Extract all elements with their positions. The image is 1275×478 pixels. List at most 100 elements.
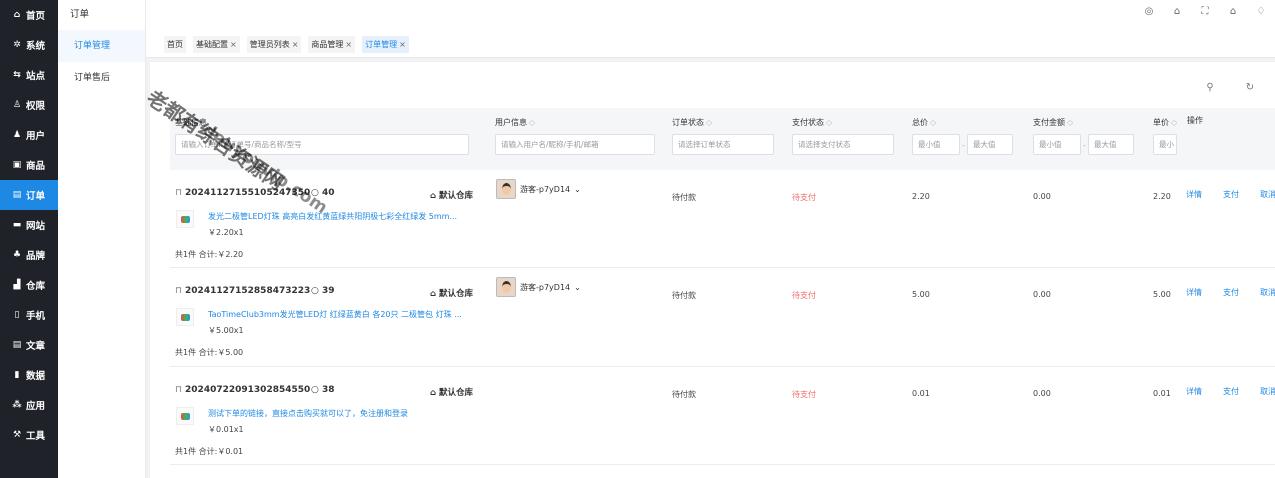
bookmark-icon: ⊓ — [175, 188, 183, 198]
product-name-link[interactable]: 发光二极管LED灯珠 高亮白发红黄蓝绿共阳阴极七彩全红绿发 5mm... — [208, 211, 457, 222]
product-name-link[interactable]: TaoTimeClub3mm发光管LED灯 红绿蓝黄白 各20只 二极管包 灯珠… — [208, 309, 462, 320]
tab-3[interactable]: 商品管理 × — [308, 36, 356, 53]
sidebar-item-7[interactable]: ▬ 网站 — [0, 210, 58, 240]
order-status-select[interactable]: 请选择订单状态 — [672, 134, 774, 155]
column-total[interactable]: 总价 ◇ — [912, 117, 936, 128]
column-order-status[interactable]: 订单状态 ◇ — [672, 117, 712, 128]
column-pay-status[interactable]: 支付状态 ◇ — [792, 117, 832, 128]
column-unit[interactable]: 单价 ◇ — [1153, 117, 1177, 128]
sidebar-item-label: 权限 — [26, 101, 46, 112]
sidebar-item-0[interactable]: ⌂ 首页 — [0, 0, 58, 30]
range-dash: - — [962, 141, 965, 150]
sidebar-item-11[interactable]: ▤ 文章 — [0, 330, 58, 360]
unit-price: 5.00 — [1153, 290, 1171, 299]
sort-icon[interactable]: ◇ — [529, 118, 535, 127]
bookmark-icon: ⊓ — [175, 385, 183, 395]
search-icon[interactable]: ⚲ — [1204, 82, 1216, 94]
cancel-button[interactable]: 取消 — [1260, 189, 1275, 200]
sidebar-item-5[interactable]: ▣ 商品 — [0, 150, 58, 180]
unit-price: 0.01 — [1153, 389, 1171, 398]
detail-button[interactable]: 详情 — [1186, 189, 1202, 200]
table-row: ⊓ 20241127155105247350 ○ 40 ⌂ 默认仓库 发光二极管LED灯… — [170, 170, 1275, 268]
sidebar-item-9[interactable]: ▟ 仓库 — [0, 270, 58, 300]
close-icon[interactable]: × — [292, 40, 299, 49]
product-name-link[interactable]: 测试下单的链接，直接点击购买就可以了，免注册和登录 — [208, 408, 408, 419]
warehouse-label: ⌂ 默认仓库 — [430, 289, 474, 299]
fullscreen-icon[interactable]: ⛶ — [1199, 6, 1211, 18]
close-icon[interactable]: × — [230, 40, 237, 49]
theme-icon[interactable]: ◎ — [1143, 6, 1155, 18]
pay-status-select[interactable]: 请选择支付状态 — [792, 134, 894, 155]
sidebar-item-label: 手机 — [26, 311, 46, 322]
total-min-input[interactable]: 最小值 — [912, 134, 960, 155]
sort-icon[interactable]: ◇ — [706, 118, 712, 127]
sidebar-item-14[interactable]: ⚒ 工具 — [0, 420, 58, 450]
submenu-item-after-sale[interactable]: 订单售后 — [58, 62, 145, 94]
sort-icon[interactable]: ◇ — [930, 118, 936, 127]
lock-icon[interactable]: ⌂ — [1171, 6, 1183, 18]
table-header: 基础信息 用户信息 ◇ 订单状态 ◇ 支付状态 ◇ 总价 ◇ 支付金额 ◇ 单价 ◇ 操作 … — [170, 108, 1275, 170]
tab-1[interactable]: 基础配置 × — [193, 36, 240, 53]
sort-icon[interactable]: ◇ — [826, 118, 832, 127]
user-dropdown[interactable]: 游客-p7yD14 ⌄ — [496, 277, 581, 297]
column-paid[interactable]: 支付金额 ◇ — [1033, 117, 1073, 128]
pay-button[interactable]: 支付 — [1223, 386, 1239, 397]
cancel-button[interactable]: 取消 — [1260, 386, 1275, 397]
sidebar-item-label: 用户 — [26, 131, 46, 142]
basic-filter-input[interactable]: 请输入订单ID/订单号/商品名称/型号 — [175, 134, 469, 155]
tab-0[interactable]: 首页 — [164, 36, 186, 53]
user-name: 游客-p7yD14 — [520, 184, 571, 194]
warehouse-label: ⌂ 默认仓库 — [430, 191, 474, 201]
apps-icon: ⁂ — [12, 400, 22, 410]
sort-icon[interactable]: ◇ — [1171, 118, 1177, 127]
sub-sidebar: 订单 订单管理 订单售后 — [58, 0, 146, 478]
sidebar-item-label: 订单 — [26, 191, 46, 202]
cancel-button[interactable]: 取消 — [1260, 287, 1275, 298]
paid-min-input[interactable]: 最小值 — [1033, 134, 1081, 155]
home-icon[interactable]: ⌂ — [1227, 6, 1239, 18]
paid-max-input[interactable]: 最大值 — [1088, 134, 1134, 155]
close-icon[interactable]: × — [345, 40, 352, 49]
avatar — [496, 277, 516, 297]
order-status: 待付款 — [672, 291, 696, 300]
close-icon[interactable]: × — [399, 40, 406, 49]
sidebar-item-1[interactable]: ✲ 系统 — [0, 30, 58, 60]
total-max-input[interactable]: 最大值 — [967, 134, 1013, 155]
submenu-item-order-manage[interactable]: 订单管理 — [58, 30, 145, 62]
product-thumbnail — [176, 407, 194, 425]
phone-icon: ▯ — [14, 310, 20, 320]
sidebar-item-label: 仓库 — [26, 281, 46, 292]
column-user[interactable]: 用户信息 ◇ — [495, 117, 535, 128]
sidebar-item-2[interactable]: ⇆ 站点 — [0, 60, 58, 90]
sidebar-item-10[interactable]: ▯ 手机 — [0, 300, 58, 330]
main-sidebar: ⌂ 首页 ✲ 系统 ⇆ 站点 ♙ 权限 ♟ 用户 ▣ 商品 ▤ 订单 ▬ 网站 ♣ 品牌 ▟ 仓库 ▯ 手机 ▤ 文章 ▮ 数据 ⁂… — [0, 0, 58, 478]
order-number: ⊓ 20241127155105247350 — [175, 188, 310, 198]
refresh-icon[interactable]: ↻ — [1244, 82, 1256, 94]
detail-button[interactable]: 详情 — [1186, 287, 1202, 298]
detail-button[interactable]: 详情 — [1186, 386, 1202, 397]
order-status: 待付款 — [672, 390, 696, 399]
bell-icon[interactable]: ♢ — [1255, 6, 1267, 18]
pay-button[interactable]: 支付 — [1223, 189, 1239, 200]
tab-2[interactable]: 管理员列表 × — [246, 36, 302, 53]
sidebar-item-4[interactable]: ♟ 用户 — [0, 120, 58, 150]
sidebar-item-8[interactable]: ♣ 品牌 — [0, 240, 58, 270]
product-thumbnail — [176, 308, 194, 326]
sidebar-item-12[interactable]: ▮ 数据 — [0, 360, 58, 390]
total-price: 5.00 — [912, 290, 930, 299]
sidebar-item-3[interactable]: ♙ 权限 — [0, 90, 58, 120]
sidebar-item-6[interactable]: ▤ 订单 — [0, 180, 58, 210]
pay-button[interactable]: 支付 — [1223, 287, 1239, 298]
sidebar-item-13[interactable]: ⁂ 应用 — [0, 390, 58, 420]
gear-icon: ✲ — [13, 40, 21, 50]
sort-icon[interactable]: ◇ — [1067, 118, 1073, 127]
tab-bar: 首页 基础配置 × 管理员列表 × 商品管理 × 订单管理 × — [146, 32, 1275, 58]
user-filter-input[interactable]: 请输入用户名/昵称/手机/邮箱 — [495, 134, 655, 155]
sidebar-item-label: 品牌 — [26, 251, 46, 262]
goods-icon: ▣ — [12, 160, 22, 170]
user-dropdown[interactable]: 游客-p7yD14 ⌄ — [496, 179, 581, 199]
home-icon: ⌂ — [13, 10, 21, 20]
pay-status: 待支付 — [792, 390, 816, 399]
tab-4[interactable]: 订单管理 × — [362, 36, 409, 53]
unit-min-input[interactable]: 最小 — [1153, 134, 1177, 155]
